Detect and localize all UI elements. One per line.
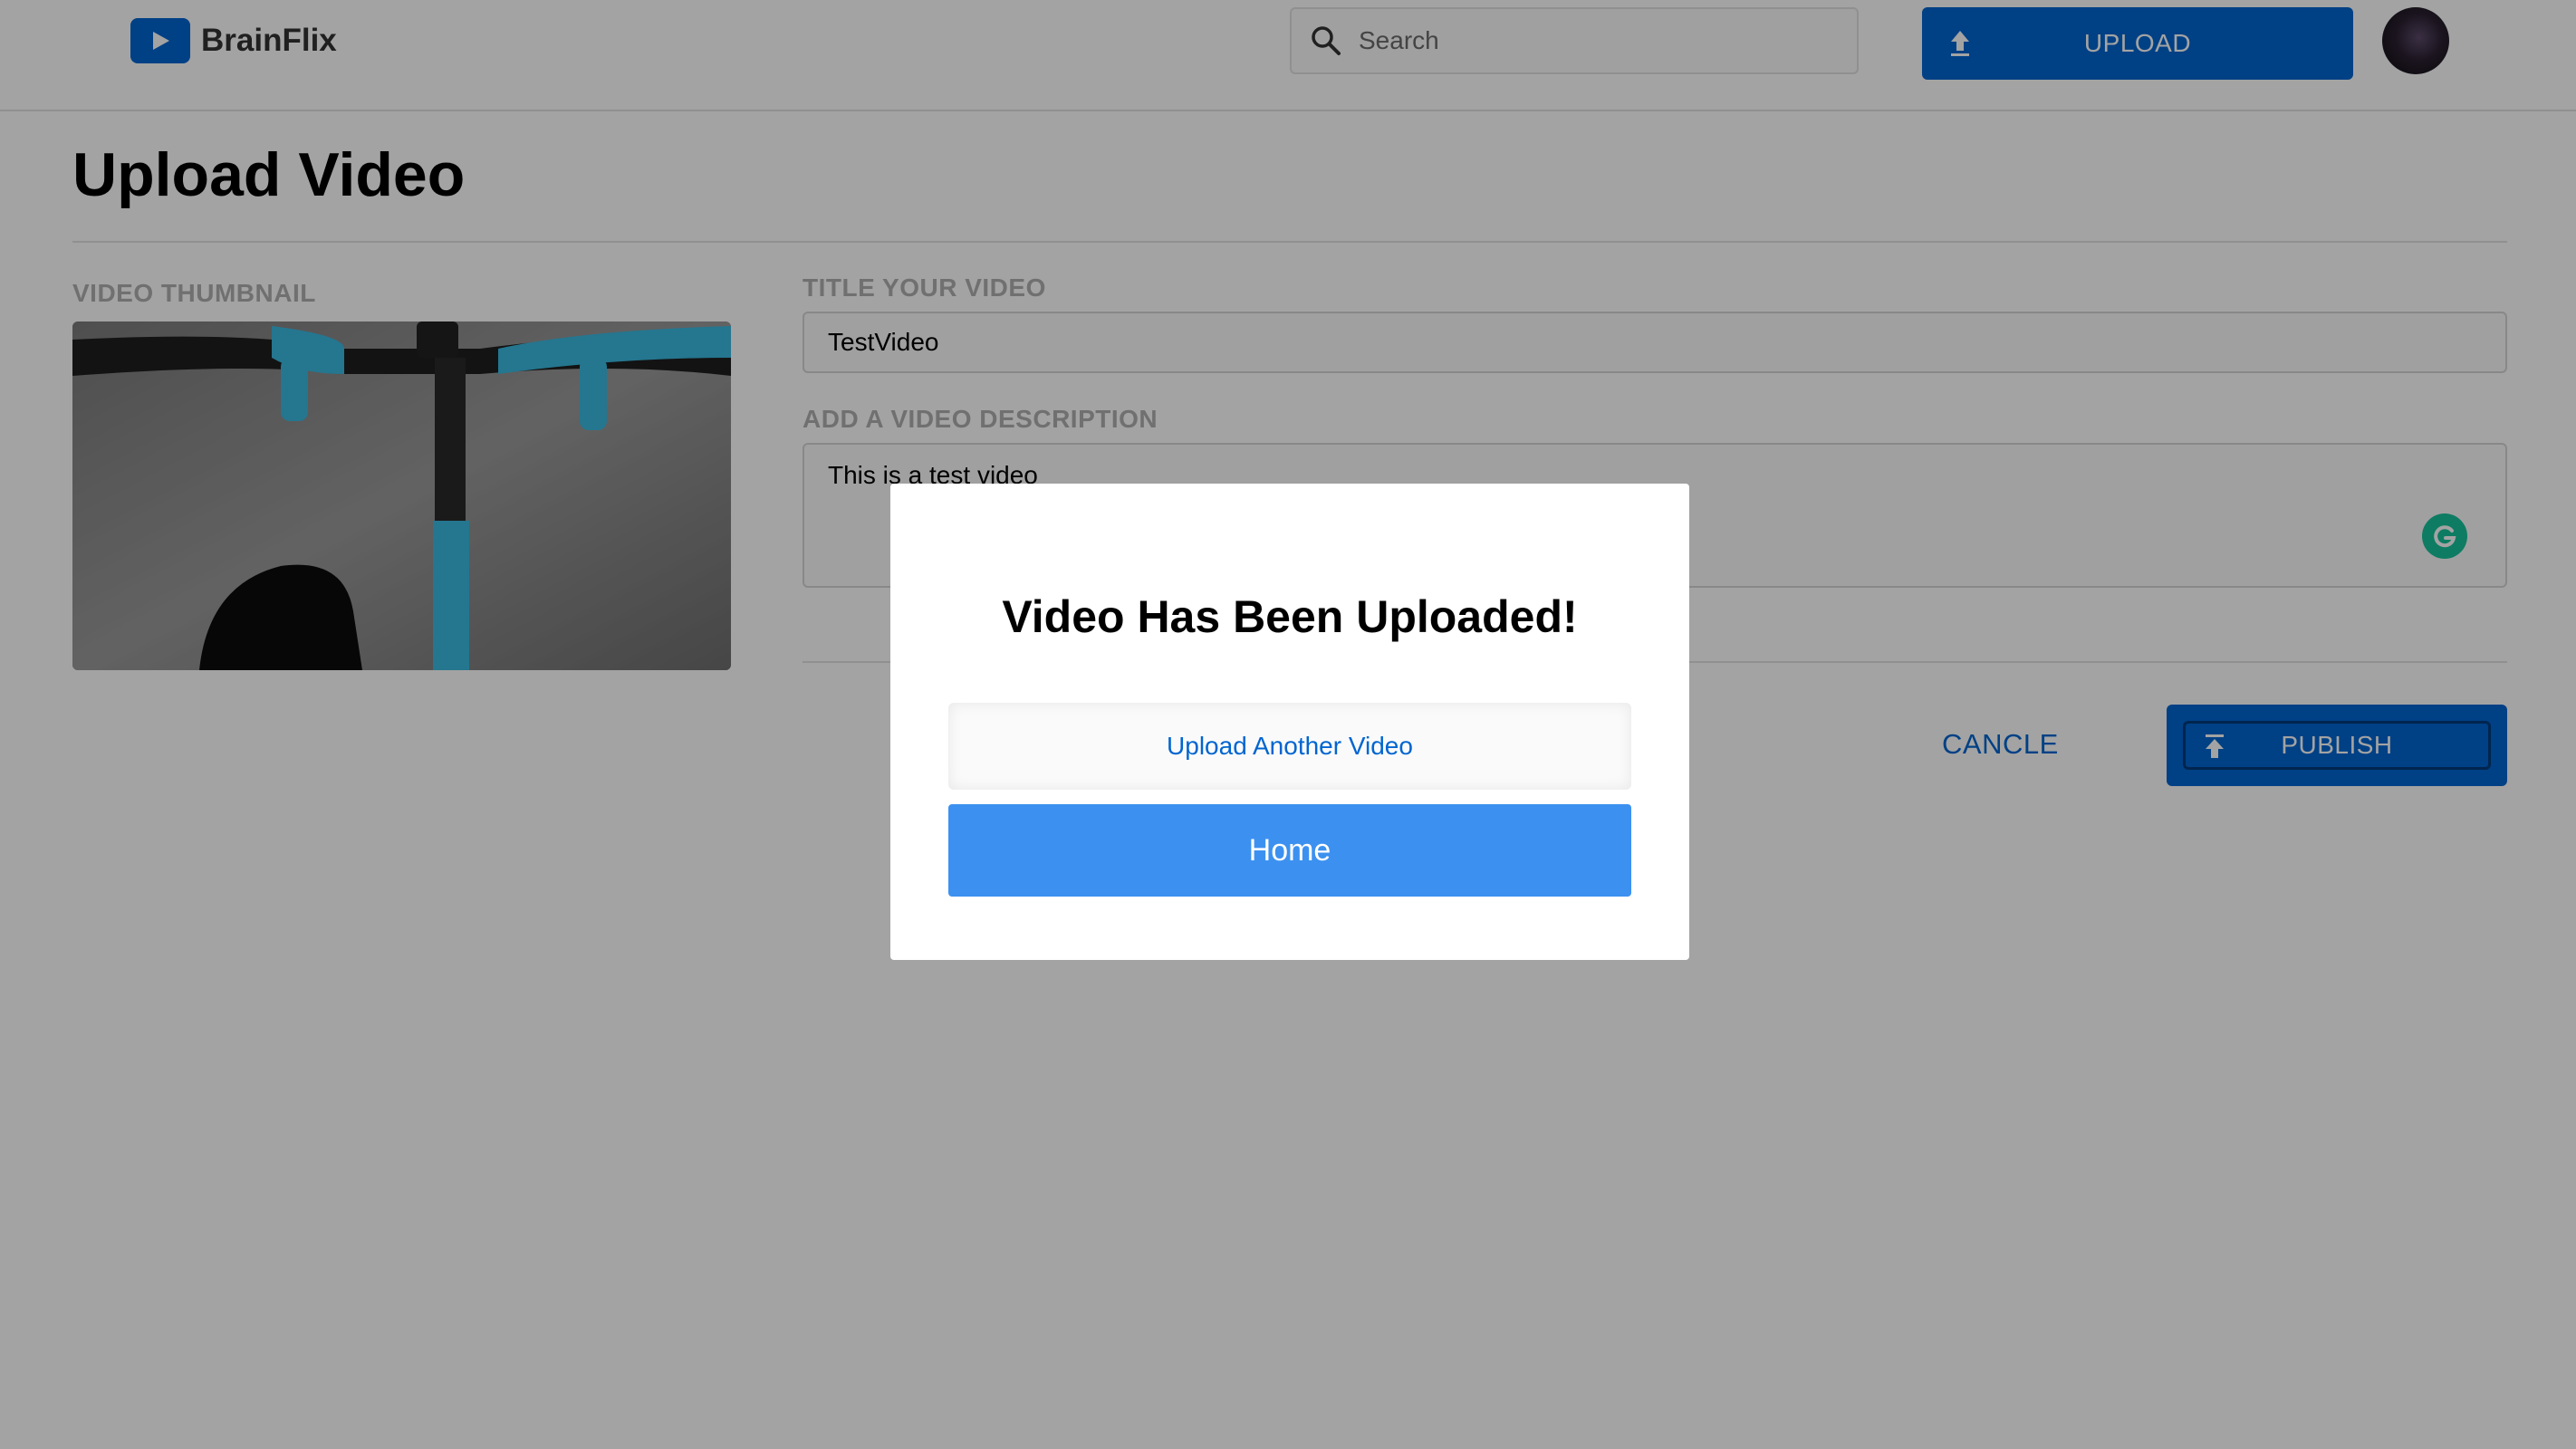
modal-title: Video Has Been Uploaded! <box>1002 591 1578 642</box>
upload-success-modal: Video Has Been Uploaded! Upload Another … <box>890 484 1689 960</box>
home-button[interactable]: Home <box>948 804 1631 897</box>
upload-another-video-button[interactable]: Upload Another Video <box>948 703 1631 790</box>
